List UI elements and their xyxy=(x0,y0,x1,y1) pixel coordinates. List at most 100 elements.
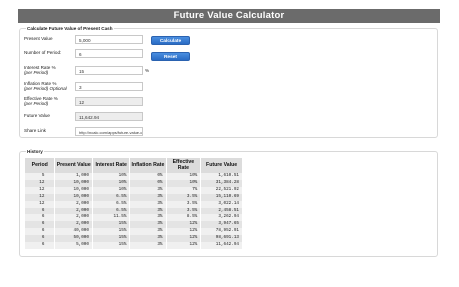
cell-interest-rate: 15% xyxy=(92,228,131,236)
cell-interest-rate: 10% xyxy=(92,173,131,180)
table-row: 6 2,000 11.5% 3% 8.5% 3,262.94 xyxy=(25,214,243,222)
cell-future-value: 2,458.51 xyxy=(200,207,243,215)
table-row: 6 40,000 15% 3% 12% 78,952.91 xyxy=(25,228,243,236)
interest-rate-sublabel: (per Period) xyxy=(24,70,49,76)
cell-interest-rate: 15% xyxy=(92,242,131,249)
cell-inflation-rate: 3% xyxy=(129,214,167,222)
inflation-rate-label: Inflation Rate % (per Period) Optional xyxy=(24,81,67,91)
cell-present-value: 40,000 xyxy=(54,228,93,236)
cell-present-value: 1,000 xyxy=(54,173,93,180)
present-value-input[interactable]: 5,000 xyxy=(75,35,143,44)
future-value-output: 11,642.94 xyxy=(75,112,143,121)
cell-future-value: 1,610.51 xyxy=(200,173,243,180)
cell-present-value: 5,000 xyxy=(54,242,93,249)
cell-effective-rate: 12% xyxy=(166,242,202,249)
cell-effective-rate: 12% xyxy=(166,221,202,229)
cell-effective-rate: 10% xyxy=(166,173,202,180)
cell-inflation-rate: 3% xyxy=(129,193,167,201)
cell-future-value: 98,691.13 xyxy=(200,235,243,243)
cell-interest-rate: 6.5% xyxy=(92,200,131,208)
cell-interest-rate: 6.5% xyxy=(92,193,131,201)
table-row: 12 10,000 10% 3% 7% 22,521.92 xyxy=(25,186,243,194)
cell-future-value: 22,521.92 xyxy=(200,186,243,194)
cell-inflation-rate: 3% xyxy=(129,207,167,215)
table-row: 6 50,000 15% 3% 12% 98,691.13 xyxy=(25,235,243,243)
cell-present-value: 10,000 xyxy=(54,179,93,187)
cell-present-value: 10,000 xyxy=(54,193,93,201)
inflation-rate-input[interactable]: 3 xyxy=(75,82,143,91)
cell-inflation-rate: 3% xyxy=(129,221,167,229)
interest-rate-label: Interest Rate % (per Period) xyxy=(24,65,56,75)
share-link-input[interactable]: http://ncalc.com/apps/future-value-ca xyxy=(75,127,143,136)
cell-effective-rate: 7% xyxy=(166,186,202,194)
cell-period: 6 xyxy=(25,221,56,229)
cell-future-value: 3,262.94 xyxy=(200,214,243,222)
cell-period: 12 xyxy=(25,193,56,201)
cell-period: 12 xyxy=(25,200,56,208)
calculate-button[interactable]: Calculate xyxy=(151,36,190,45)
number-of-period-input[interactable]: 6 xyxy=(75,49,143,58)
cell-future-value: 11,642.94 xyxy=(200,242,243,249)
table-row: 6 5,000 15% 3% 12% 11,642.94 xyxy=(25,242,243,249)
cell-inflation-rate: 3% xyxy=(129,242,167,249)
history-header-row: Period Present Value Interest Rate Infla… xyxy=(25,158,243,173)
effective-rate-output: 12 xyxy=(75,97,143,106)
column-header-present-value: Present Value xyxy=(54,158,93,173)
cell-effective-rate: 3.5% xyxy=(166,193,202,201)
column-header-period: Period xyxy=(25,158,56,173)
cell-present-value: 2,000 xyxy=(54,200,93,208)
cell-period: 6 xyxy=(25,228,56,236)
cell-inflation-rate: 3% xyxy=(129,235,167,243)
page-title: Future Value Calculator xyxy=(18,9,440,23)
cell-present-value: 2,000 xyxy=(54,207,93,215)
reset-button[interactable]: Reset xyxy=(151,52,190,61)
cell-effective-rate: 8.5% xyxy=(166,214,202,222)
cell-effective-rate: 3.5% xyxy=(166,200,202,208)
cell-effective-rate: 3.5% xyxy=(166,207,202,215)
column-header-inflation-rate: Inflation Rate xyxy=(129,158,167,173)
column-header-interest-rate: Interest Rate xyxy=(92,158,131,173)
table-row: 5 1,000 10% 0% 10% 1,610.51 xyxy=(25,173,243,180)
cell-inflation-rate: 3% xyxy=(129,186,167,194)
cell-future-value: 3,947.65 xyxy=(200,221,243,229)
cell-inflation-rate: 3% xyxy=(129,228,167,236)
interest-rate-input[interactable]: 15 xyxy=(75,66,143,75)
cell-inflation-rate: 0% xyxy=(129,173,167,180)
present-value-label: Present Value xyxy=(24,36,53,41)
cell-period: 12 xyxy=(25,186,56,194)
cell-period: 6 xyxy=(25,214,56,222)
inflation-rate-sublabel: (per Period) Optional xyxy=(24,86,67,92)
cell-effective-rate: 12% xyxy=(166,235,202,243)
interest-rate-percent: % xyxy=(145,68,150,73)
cell-future-value: 15,110.69 xyxy=(200,193,243,201)
table-row: 6 2,000 6.5% 3% 3.5% 2,458.51 xyxy=(25,207,243,215)
cell-inflation-rate: 3% xyxy=(129,200,167,208)
cell-future-value: 78,952.91 xyxy=(200,228,243,236)
history-table-body: 5 1,000 10% 0% 10% 1,610.51 12 10,000 10% 0% 10% 31… xyxy=(25,173,243,249)
cell-effective-rate: 10% xyxy=(166,179,202,187)
future-value-label: Future Value xyxy=(24,113,50,118)
cell-interest-rate: 10% xyxy=(92,186,131,194)
cell-present-value: 2,000 xyxy=(54,214,93,222)
cell-interest-rate: 15% xyxy=(92,235,131,243)
cell-interest-rate: 11.5% xyxy=(92,214,131,222)
cell-present-value: 2,000 xyxy=(54,221,93,229)
calculator-legend: Calculate Future Value of Present Cash xyxy=(27,26,113,31)
cell-future-value: 3,022.14 xyxy=(200,200,243,208)
cell-period: 5 xyxy=(25,173,56,180)
cell-interest-rate: 15% xyxy=(92,221,131,229)
cell-period: 6 xyxy=(25,242,56,249)
cell-period: 12 xyxy=(25,179,56,187)
table-row: 12 10,000 10% 0% 10% 31,384.28 xyxy=(25,179,243,187)
column-header-future-value: Future Value xyxy=(200,158,243,173)
column-header-effective-rate: Effective Rate xyxy=(166,158,202,173)
table-row: 12 10,000 6.5% 3% 3.5% 15,110.69 xyxy=(25,193,243,201)
cell-period: 6 xyxy=(25,235,56,243)
share-link-label: Share Link xyxy=(24,128,46,133)
cell-effective-rate: 12% xyxy=(166,228,202,236)
cell-future-value: 31,384.28 xyxy=(200,179,243,187)
effective-rate-sublabel: (per Period) xyxy=(24,101,49,107)
cell-interest-rate: 10% xyxy=(92,179,131,187)
effective-rate-label: Effective Rate % (per Period) xyxy=(24,96,58,106)
history-table: Period Present Value Interest Rate Infla… xyxy=(25,158,243,249)
